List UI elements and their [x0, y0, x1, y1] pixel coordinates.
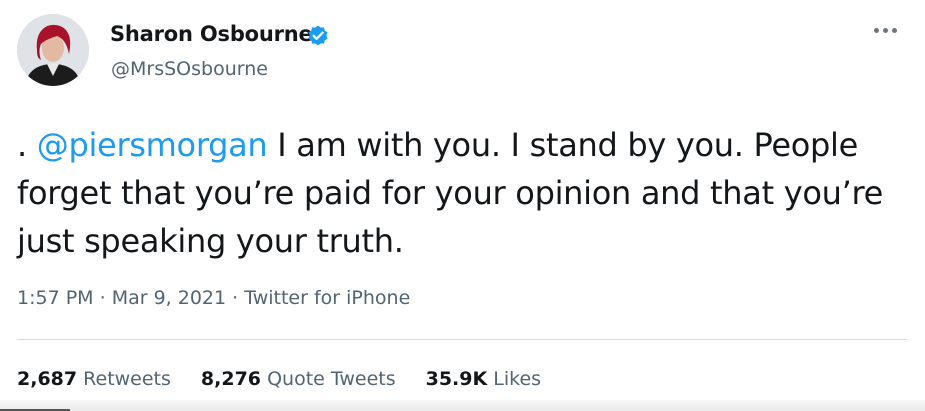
author-handle[interactable]: @MrsSOsbourne: [111, 58, 268, 80]
tweet-line2: forget that you’re paid for your opinion…: [17, 174, 884, 212]
avatar-image: [17, 14, 89, 86]
tweet-line1: I am with you. I stand by you. People: [267, 126, 859, 164]
meta-separator: ·: [93, 287, 112, 309]
tweet-stats: 2,687 Retweets 8,276 Quote Tweets 35.9K …: [17, 368, 541, 390]
tweet-line3: just speaking your truth.: [17, 222, 404, 260]
tweet-date[interactable]: Mar 9, 2021: [112, 287, 226, 309]
tweet-time[interactable]: 1:57 PM: [17, 287, 94, 309]
likes-stat[interactable]: 35.9K Likes: [426, 368, 541, 390]
avatar[interactable]: [17, 14, 89, 86]
retweets-count: 2,687: [17, 368, 78, 390]
tweet-card: Sharon Osbourne @MrsSOsbourne . @piersmo…: [0, 0, 925, 411]
tweet-prefix: .: [17, 126, 37, 164]
divider: [17, 339, 907, 340]
retweets-stat[interactable]: 2,687 Retweets: [17, 368, 171, 390]
retweets-label: Retweets: [83, 368, 171, 390]
author-name[interactable]: Sharon Osbourne: [110, 22, 313, 46]
bottom-edge: [0, 400, 925, 411]
meta-separator: ·: [226, 287, 245, 309]
tweet-source[interactable]: Twitter for iPhone: [244, 287, 410, 309]
verified-badge-icon: [308, 25, 328, 46]
tweet-text: . @piersmorgan I am with you. I stand by…: [17, 121, 907, 265]
quote-tweets-label: Quote Tweets: [267, 368, 396, 390]
mention-link[interactable]: @piersmorgan: [37, 126, 268, 164]
likes-label: Likes: [493, 368, 542, 390]
tweet-meta: 1:57 PM · Mar 9, 2021 · Twitter for iPho…: [17, 287, 410, 309]
quote-tweets-count: 8,276: [200, 368, 262, 390]
quote-tweets-stat[interactable]: 8,276 Quote Tweets: [201, 368, 396, 390]
likes-count: 35.9K: [425, 368, 488, 390]
more-options-icon[interactable]: [874, 20, 904, 40]
